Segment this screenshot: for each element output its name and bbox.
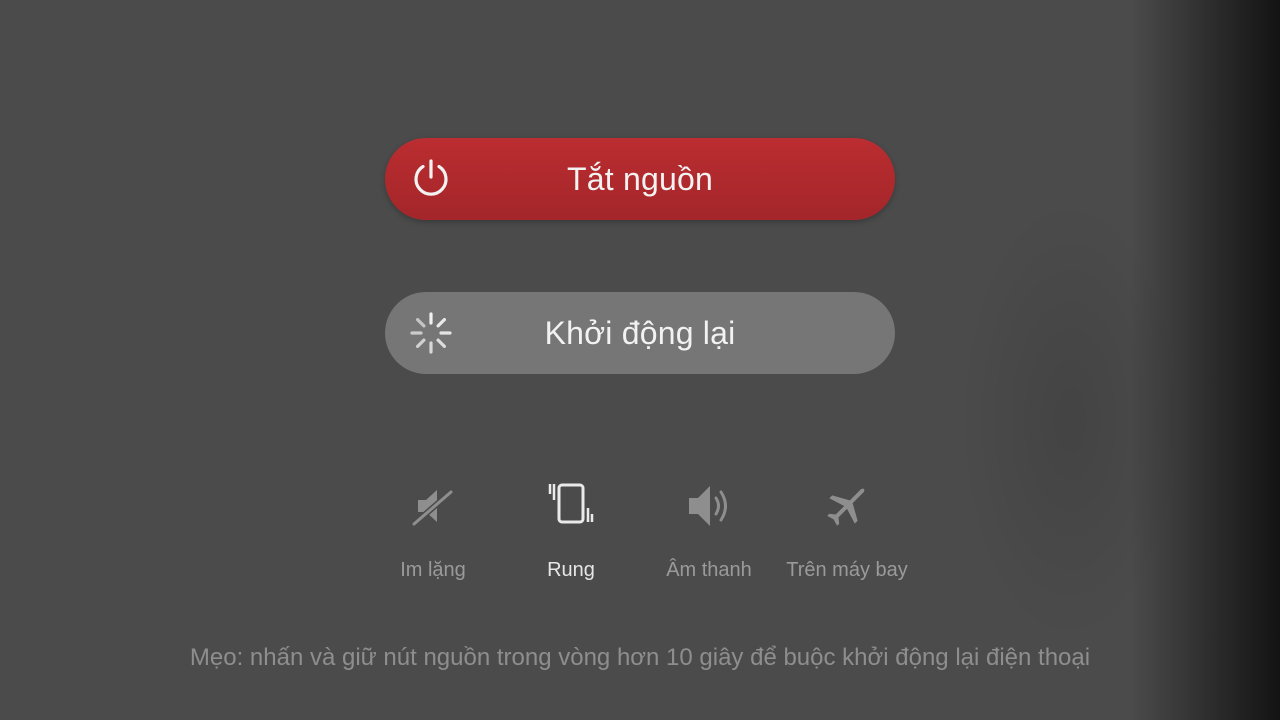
mode-airplane-label: Trên máy bay <box>786 559 908 581</box>
mode-silent-label: Im lặng <box>400 559 466 581</box>
mode-vibrate-label: Rung <box>547 559 595 581</box>
power-icon <box>414 159 448 196</box>
airplane-icon <box>827 488 865 526</box>
mode-sound-label: Âm thanh <box>666 559 752 581</box>
vibrate-icon <box>548 483 594 524</box>
speaker-icon <box>689 486 727 526</box>
power-off-button[interactable]: Tắt nguồn <box>385 138 895 220</box>
power-off-label: Tắt nguồn <box>567 160 713 197</box>
sound-mode-row: Im lặng Rung Âm thanh Trên máy bay <box>0 478 1280 588</box>
restart-button[interactable]: Khởi động lại <box>385 292 895 374</box>
mode-airplane[interactable]: Trên máy bay <box>777 478 917 588</box>
mode-silent[interactable]: Im lặng <box>363 478 503 588</box>
mode-vibrate[interactable]: Rung <box>501 478 641 588</box>
restart-spinner-icon <box>410 312 452 354</box>
mode-sound[interactable]: Âm thanh <box>639 478 779 588</box>
tip-text: Mẹo: nhấn và giữ nút nguồn trong vòng hơ… <box>189 644 1091 671</box>
restart-label: Khởi động lại <box>544 314 736 351</box>
mute-icon <box>411 489 454 527</box>
